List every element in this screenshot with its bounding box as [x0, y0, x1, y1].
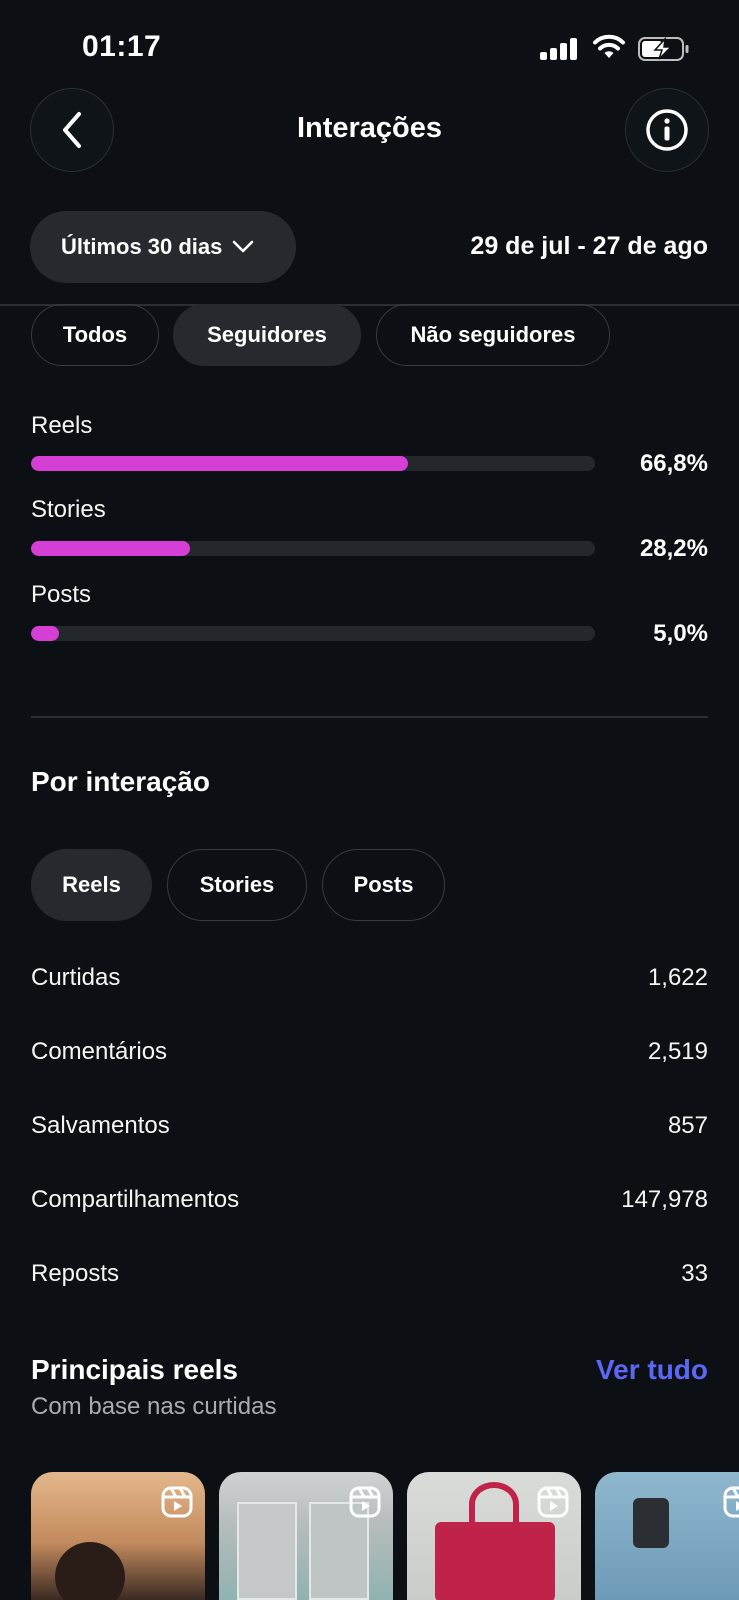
- metric-label-reposts: Reposts: [31, 1260, 120, 1287]
- thumbnail-image: [237, 1502, 297, 1600]
- bar-track-posts: [31, 626, 595, 641]
- bar-label-stories: Stories: [31, 496, 106, 523]
- thumbnail-image: [55, 1542, 125, 1600]
- section-title-principais-reels: Principais reels: [31, 1354, 239, 1385]
- bar-fill-stories: [31, 541, 191, 556]
- bar-value-reels: 66,8%: [639, 450, 708, 477]
- chip-label: Todos: [62, 322, 128, 347]
- divider: [31, 716, 708, 718]
- bar-fill-reels: [31, 456, 408, 471]
- section-title-por-interacao: Por interação: [31, 766, 210, 797]
- metric-value-comentarios: 2,519: [647, 1038, 708, 1065]
- reels-icon: [349, 1486, 381, 1518]
- metric-label-compartilhamentos: Compartilhamentos: [31, 1186, 240, 1213]
- see-all-link[interactable]: Ver tudo: [596, 1354, 708, 1386]
- tab-posts[interactable]: Posts: [322, 849, 445, 921]
- bar-value-posts: 5,0%: [653, 620, 708, 647]
- chip-seguidores[interactable]: Seguidores: [173, 304, 361, 366]
- bar-value-stories: 28,2%: [639, 535, 708, 562]
- cellular-signal-icon: [540, 38, 578, 60]
- reels-icon: [161, 1486, 193, 1518]
- header: Interações: [0, 88, 739, 174]
- period-dropdown[interactable]: Últimos 30 dias: [30, 211, 296, 283]
- metric-value-reposts: 33: [681, 1260, 708, 1287]
- metric-value-salvamentos: 857: [667, 1112, 708, 1139]
- info-icon: [646, 109, 688, 151]
- thumbnail-image: [633, 1498, 669, 1548]
- date-range: 29 de jul - 27 de ago: [470, 232, 708, 260]
- bar-track-stories: [31, 541, 595, 556]
- thumbnail-image: [469, 1482, 519, 1526]
- tab-label: Posts: [353, 872, 414, 897]
- metric-value-curtidas: 1,622: [647, 964, 708, 991]
- reels-icon: [723, 1486, 739, 1518]
- period-label: Últimos 30 dias: [61, 234, 223, 259]
- metric-label-curtidas: Curtidas: [31, 964, 121, 991]
- status-bar: 01:17: [0, 0, 739, 90]
- metric-value-compartilhamentos: 147,978: [621, 1186, 708, 1213]
- wifi-icon: [593, 34, 625, 58]
- info-button[interactable]: [625, 88, 709, 172]
- thumbnail-image: [435, 1522, 555, 1600]
- tab-label: Stories: [199, 872, 275, 897]
- chevron-down-icon: [233, 240, 254, 253]
- bar-label-reels: Reels: [31, 412, 93, 439]
- reel-thumbnail[interactable]: [595, 1472, 739, 1600]
- bar-fill-posts: [31, 626, 60, 641]
- reels-icon: [537, 1486, 569, 1518]
- chip-label: Seguidores: [207, 322, 327, 347]
- chip-todos[interactable]: Todos: [31, 304, 159, 366]
- tab-label: Reels: [62, 872, 121, 897]
- metric-label-comentarios: Comentários: [31, 1038, 168, 1065]
- tab-reels[interactable]: Reels: [31, 849, 152, 921]
- bar-label-posts: Posts: [31, 581, 92, 608]
- reel-thumbnail[interactable]: [31, 1472, 205, 1600]
- chip-label: Não seguidores: [410, 322, 576, 347]
- bar-track-reels: [31, 456, 595, 471]
- tab-stories[interactable]: Stories: [167, 849, 307, 921]
- section-subtitle: Com base nas curtidas: [31, 1393, 277, 1420]
- battery-charging-icon: [638, 36, 689, 61]
- metric-label-salvamentos: Salvamentos: [31, 1112, 170, 1139]
- reel-thumbnail[interactable]: [219, 1472, 393, 1600]
- reel-thumbnail[interactable]: [407, 1472, 581, 1600]
- status-time: 01:17: [82, 30, 162, 63]
- chip-nao-seguidores[interactable]: Não seguidores: [376, 304, 610, 366]
